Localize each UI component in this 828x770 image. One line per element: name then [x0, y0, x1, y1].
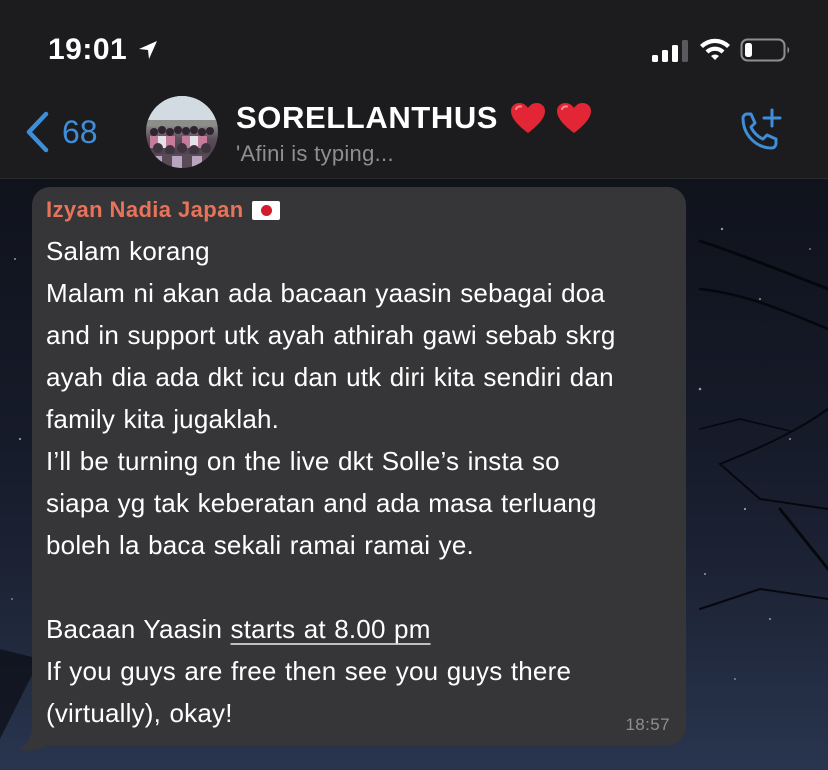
message-text: Salam korang Malam ni akan ada bacaan ya…: [46, 230, 676, 734]
back-button[interactable]: 68: [24, 108, 98, 156]
red-heart-emoji: [511, 102, 546, 133]
status-time: 19:01: [48, 33, 128, 66]
sender-name: Izyan Nadia Japan: [46, 197, 244, 222]
typing-status: 'Afini is typing...: [236, 141, 394, 166]
message-line: boleh la baca sekali ramai ramai ye.: [46, 530, 474, 560]
message-line: I’ll be turning on the live dkt Solle’s …: [46, 446, 560, 476]
chat-title[interactable]: SORELLANTHUS: [236, 98, 592, 138]
chat-name: SORELLANTHUS: [236, 100, 499, 135]
cellular-signal-icon: [652, 40, 688, 62]
chat-header: 19:01 68 SORELLANTHUS 'Afini is typing..…: [0, 0, 828, 179]
group-photo-image: [146, 96, 218, 168]
time-link[interactable]: starts at 8.00 pm: [231, 614, 431, 644]
message-line: and in support utk ayah athirah gawi seb…: [46, 320, 616, 350]
chevron-left-icon: [26, 111, 49, 153]
phone-add-icon[interactable]: [734, 108, 786, 156]
message-sender[interactable]: Izyan Nadia Japan: [46, 195, 280, 225]
message-bubble[interactable]: Izyan Nadia Japan Salam korang Malam ni …: [32, 187, 686, 745]
wifi-icon: [700, 38, 730, 60]
red-heart-emoji: [557, 102, 592, 133]
message-line: Malam ni akan ada bacaan yaasin sebagai …: [46, 278, 606, 308]
message-line-with-link: Bacaan Yaasin starts at 8.00 pm: [46, 608, 676, 650]
message-timestamp: 18:57: [625, 715, 670, 734]
battery-low-icon: [740, 38, 790, 62]
location-arrow-icon: [139, 41, 157, 59]
group-avatar[interactable]: [146, 96, 218, 168]
message-line: If you guys are free then see you guys t…: [46, 656, 572, 686]
message-line: (virtually), okay!: [46, 698, 233, 728]
message-line: family kita jugaklah.: [46, 404, 280, 434]
unread-count: 68: [62, 114, 98, 150]
message-line: Salam korang: [46, 236, 210, 266]
message-line-prefix: Bacaan Yaasin: [46, 614, 231, 644]
message-line: ayah dia ada dkt icu dan utk diri kita s…: [46, 362, 614, 392]
message-line: siapa yg tak keberatan and ada masa terl…: [46, 488, 597, 518]
japan-flag-emoji: [251, 200, 280, 220]
